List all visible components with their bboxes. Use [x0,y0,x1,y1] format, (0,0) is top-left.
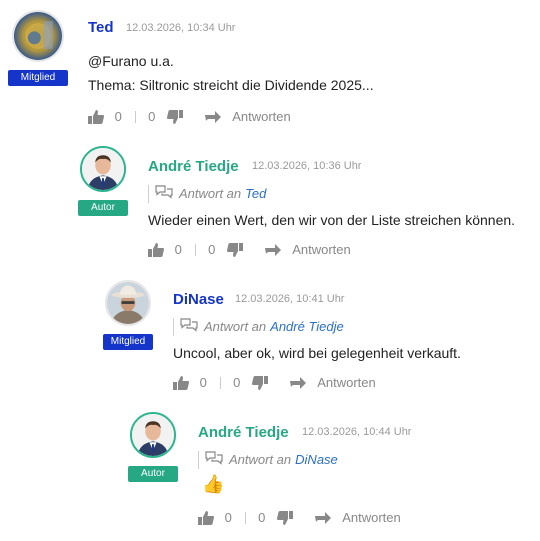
separator [195,243,197,256]
comment-actions: 0 0 Antworten [88,107,291,125]
avatar-photo-icon [132,414,174,456]
dislike-count: 0 [208,241,216,257]
reply-arrow-icon[interactable] [264,243,281,256]
reply-button[interactable]: Antworten [342,509,401,527]
comment-actions: 0 0 Antworten [198,508,401,526]
like-count: 0 [224,509,232,525]
comment-actions: 0 0 Antworten [148,240,351,258]
author-name[interactable]: André Tiedje [148,158,239,175]
author-name[interactable]: Ted [88,19,114,36]
avatar-cowboy-icon [107,282,149,324]
like-count: 0 [199,374,207,390]
thumbs-up-icon[interactable] [198,510,214,525]
reply-reference: Antwort an Ted [148,185,266,203]
thumbs-down-icon[interactable] [276,510,293,525]
reply-arrow-icon[interactable] [289,376,306,389]
thumbs-down-icon[interactable] [251,375,268,390]
reply-button[interactable]: Antworten [232,108,291,126]
avatar-image-icon [14,12,62,60]
comment-text-line: @Furano u.a. [88,53,174,69]
avatar-block: Autor [78,146,128,216]
avatar-block: Autor [128,412,178,482]
avatar-photo-icon [82,148,124,190]
author-badge: Autor [128,466,178,482]
separator [135,110,137,123]
reply-to-link[interactable]: Ted [245,186,266,201]
timestamp: 12.03.2026, 10:41 Uhr [235,293,345,305]
comment-actions: 0 0 Antworten [173,373,376,391]
dislike-count: 0 [233,374,241,390]
reply-button[interactable]: Antworten [317,374,376,392]
like-count: 0 [114,108,122,124]
member-badge: Mitglied [8,70,68,86]
author-name[interactable]: André Tiedje [198,424,289,441]
timestamp: 12.03.2026, 10:36 Uhr [252,160,362,172]
thumbs-down-icon[interactable] [226,242,243,257]
reply-reference: Antwort an DiNase [198,451,338,469]
member-badge: Mitglied [103,334,153,350]
avatar[interactable] [80,146,126,192]
reply-button[interactable]: Antworten [292,241,351,259]
comment-text-line: Uncool, aber ok, wird bei gelegenheit ve… [173,345,461,361]
thumbs-up-emoji: 👍 [202,474,225,494]
thumbs-up-icon[interactable] [88,109,104,124]
reply-reference: Antwort an André Tiedje [173,318,344,336]
chat-bubbles-icon [205,451,223,470]
like-count: 0 [174,241,182,257]
timestamp: 12.03.2026, 10:44 Uhr [302,426,412,438]
chat-bubbles-icon [155,185,173,204]
avatar[interactable] [12,10,64,62]
thumbs-down-icon[interactable] [166,109,183,124]
reply-to-link[interactable]: DiNase [295,452,338,467]
thumbs-up-icon[interactable] [173,375,189,390]
reply-arrow-icon[interactable] [204,110,221,123]
dislike-count: 0 [258,509,266,525]
comment-text-line: Thema: Siltronic streicht die Dividende … [88,77,374,93]
thumbs-up-icon[interactable] [148,242,164,257]
reply-to-link[interactable]: André Tiedje [270,319,344,334]
dislike-count: 0 [148,108,156,124]
avatar-block: Mitglied [8,10,68,86]
reply-arrow-icon[interactable] [314,511,331,524]
separator [245,511,247,524]
avatar-block: Mitglied [103,280,153,350]
reply-to-prefix: Antwort an [229,452,292,467]
reply-to-prefix: Antwort an [179,186,242,201]
author-name[interactable]: DiNase [173,291,224,308]
avatar[interactable] [105,280,151,326]
avatar[interactable] [130,412,176,458]
separator [220,376,222,389]
timestamp: 12.03.2026, 10:34 Uhr [126,22,236,34]
comment-text-line: Wieder einen Wert, den wir von der Liste… [148,212,516,228]
chat-bubbles-icon [180,318,198,337]
reply-to-prefix: Antwort an [204,319,267,334]
author-badge: Autor [78,200,128,216]
